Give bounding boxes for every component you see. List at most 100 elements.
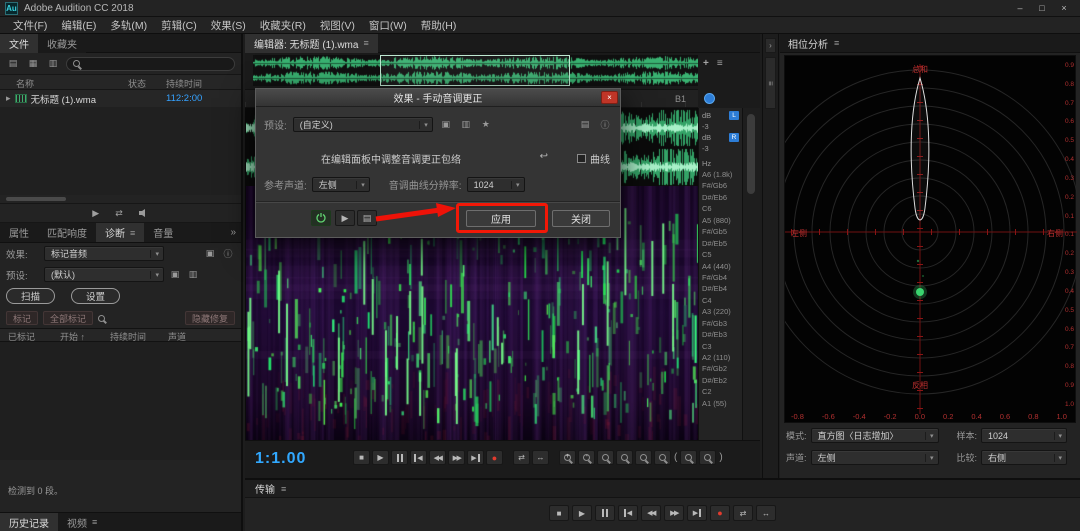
panel-menu-icon[interactable]: ≡ xyxy=(717,58,723,69)
effect-dropdown[interactable]: 标记音频 ▾ xyxy=(44,246,164,261)
resolution-dropdown[interactable]: 1024 ▾ xyxy=(467,177,525,192)
file-row[interactable]: ▸ 无标题 (1).wma 112:2:00 xyxy=(0,90,241,107)
dialog-title-bar[interactable]: 效果 - 手动音调更正 × xyxy=(256,89,620,107)
effect-power-toggle[interactable] xyxy=(311,210,331,226)
pause-button[interactable] xyxy=(391,450,408,465)
tab-properties[interactable]: 属性 xyxy=(0,223,38,242)
spline-checkbox[interactable] xyxy=(577,154,586,163)
rewind-button[interactable]: ◀◀ xyxy=(429,450,446,465)
save-preset-icon[interactable]: ▣ xyxy=(168,269,182,280)
favorite-star-icon[interactable]: ★ xyxy=(479,119,493,130)
column-duration2[interactable]: 持续时间 xyxy=(110,330,146,343)
column-marked[interactable]: 已标记 xyxy=(8,330,35,343)
delete-preset-icon[interactable]: ▥ xyxy=(186,269,200,280)
panel-menu-icon[interactable]: ≡ xyxy=(834,38,839,48)
tab-match-loudness[interactable]: 匹配响度 xyxy=(38,223,96,242)
settings-button[interactable]: 设置 xyxy=(71,288,120,304)
dialog-close-icon[interactable]: × xyxy=(601,91,618,104)
rewind-button[interactable]: ◀◀ xyxy=(641,505,661,521)
import-file-icon[interactable]: ▦ xyxy=(26,58,40,70)
zoom-full-button[interactable] xyxy=(699,450,716,465)
tab-favorites[interactable]: 收藏夹 xyxy=(38,34,86,53)
channel-dropdown[interactable]: 左侧 ▾ xyxy=(811,450,939,465)
search-input[interactable] xyxy=(84,59,228,69)
zoom-out-amplitude-button[interactable] xyxy=(654,450,671,465)
mode-dropdown[interactable]: 直方图〈日志增加〉 ▾ xyxy=(811,428,939,443)
menu-item[interactable]: 编辑(E) xyxy=(54,17,103,34)
maximize-button[interactable]: □ xyxy=(1031,1,1053,15)
compare-dropdown[interactable]: 右侧 ▾ xyxy=(981,450,1067,465)
menu-item[interactable]: 文件(F) xyxy=(6,17,54,34)
skip-to-end-button[interactable]: ▶ xyxy=(687,505,707,521)
expand-chevron-icon[interactable]: ▸ xyxy=(6,93,11,104)
minimize-button[interactable]: – xyxy=(1009,1,1031,15)
column-duration[interactable]: 持续时间 xyxy=(166,77,202,90)
panel-menu-icon[interactable]: ≡ xyxy=(363,38,368,48)
horizontal-scrollbar[interactable] xyxy=(6,197,66,201)
zoom-out-button[interactable] xyxy=(578,450,595,465)
trash-icon[interactable]: ▥ xyxy=(46,58,60,70)
menu-item[interactable]: 多轨(M) xyxy=(103,17,154,34)
tab-editor[interactable]: 编辑器: 无标题 (1).wma≡ xyxy=(245,34,378,53)
menu-item[interactable]: 帮助(H) xyxy=(414,17,464,34)
skip-selection-button[interactable]: ↔ xyxy=(532,450,549,465)
right-channel-badge[interactable]: R xyxy=(729,133,739,142)
menu-item[interactable]: 剪辑(C) xyxy=(154,17,204,34)
effects-rack-icon[interactable]: ▤ xyxy=(578,119,592,130)
panel-menu-icon[interactable]: ≡ xyxy=(281,484,286,494)
column-name[interactable]: 名称 xyxy=(16,77,34,90)
save-preset-icon[interactable]: ▣ xyxy=(439,119,453,130)
loop-playback-button[interactable]: ⇄ xyxy=(733,505,753,521)
expand-panel-button[interactable]: › xyxy=(765,38,776,53)
save-effect-icon[interactable]: ▣ xyxy=(203,248,217,259)
delete-preset-icon[interactable]: ▥ xyxy=(459,119,473,130)
skip-to-start-button[interactable]: ◀ xyxy=(410,450,427,465)
pan-tool-icon[interactable]: + xyxy=(703,58,709,69)
collapsed-panel-tab[interactable]: ≡ xyxy=(765,57,776,109)
preview-play-button[interactable]: ▶ xyxy=(92,208,99,219)
play-button[interactable]: ▶ xyxy=(372,450,389,465)
panel-menu-icon[interactable]: ≡ xyxy=(92,517,97,527)
record-button[interactable]: ● xyxy=(710,505,730,521)
close-button[interactable]: × xyxy=(1053,1,1075,15)
new-file-icon[interactable]: ▤ xyxy=(6,58,20,70)
panel-menu-icon[interactable]: ≡ xyxy=(130,228,135,238)
play-button[interactable]: ▶ xyxy=(572,505,592,521)
tab-diagnostics[interactable]: 诊断≡ xyxy=(96,223,144,242)
left-channel-badge[interactable]: L xyxy=(729,111,739,120)
info-icon[interactable]: ⓘ xyxy=(221,247,235,260)
preview-play-button[interactable]: ▶ xyxy=(335,210,355,226)
zoom-in-button[interactable] xyxy=(559,450,576,465)
column-start[interactable]: 开始 ↑ xyxy=(60,330,85,343)
scrollbar-thumb[interactable] xyxy=(747,114,755,194)
speaker-icon[interactable] xyxy=(139,204,149,222)
sync-status-icon[interactable] xyxy=(704,93,715,104)
menu-item[interactable]: 窗口(W) xyxy=(362,17,414,34)
fast-forward-button[interactable]: ▶▶ xyxy=(448,450,465,465)
overview-selection[interactable] xyxy=(380,55,570,86)
skip-selection-button[interactable]: ↔ xyxy=(756,505,776,521)
hide-fixed-button[interactable]: 隐藏修复 xyxy=(185,311,235,325)
find-icon[interactable] xyxy=(98,315,105,322)
scan-button[interactable]: 扫描 xyxy=(6,288,55,304)
menu-item[interactable]: 收藏夹(R) xyxy=(253,17,313,34)
pause-button[interactable] xyxy=(595,505,615,521)
samples-dropdown[interactable]: 1024 ▾ xyxy=(981,428,1067,443)
skip-to-start-button[interactable]: ◀ xyxy=(618,505,638,521)
undo-icon[interactable]: ↩ xyxy=(540,151,548,162)
tab-amplitude[interactable]: 音量 xyxy=(144,223,182,242)
more-tabs-icon[interactable]: » xyxy=(225,227,241,238)
mark-all-button[interactable]: 全部标记 xyxy=(43,311,93,325)
tab-history[interactable]: 历史记录 xyxy=(0,513,58,531)
vertical-scrollbar[interactable] xyxy=(742,108,760,440)
preset-dropdown[interactable]: (默认) ▾ xyxy=(44,267,164,282)
info-icon[interactable]: ⓘ xyxy=(598,118,612,131)
column-channel[interactable]: 声道 xyxy=(168,330,186,343)
menu-item[interactable]: 视图(V) xyxy=(313,17,362,34)
search-box[interactable] xyxy=(66,57,235,71)
tab-video[interactable]: 视频≡ xyxy=(58,513,106,531)
mark-button[interactable]: 标记 xyxy=(6,311,38,325)
skip-to-end-button[interactable]: ▶ xyxy=(467,450,484,465)
column-status[interactable]: 状态 xyxy=(128,77,146,90)
reference-channel-dropdown[interactable]: 左侧 ▾ xyxy=(312,177,370,192)
